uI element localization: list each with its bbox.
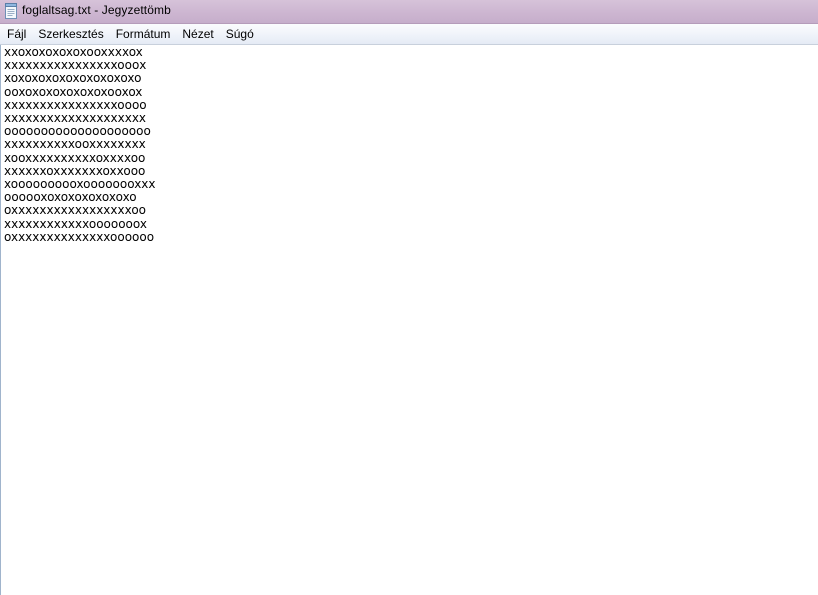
menu-help[interactable]: Súgó [220, 26, 260, 43]
editor-content[interactable]: xxoxoxoxoxoxooxxxxox xxxxxxxxxxxxxxxxooo… [4, 45, 156, 244]
menu-bar: Fájl Szerkesztés Formátum Nézet Súgó [0, 24, 818, 45]
menu-format[interactable]: Formátum [110, 26, 177, 43]
notepad-window: foglaltsag.txt - Jegyzettömb Fájl Szerke… [0, 0, 818, 595]
menu-view[interactable]: Nézet [176, 26, 219, 43]
window-title: foglaltsag.txt - Jegyzettömb [22, 3, 171, 17]
menu-edit[interactable]: Szerkesztés [32, 26, 109, 43]
notepad-icon[interactable] [4, 3, 18, 19]
text-editor-area[interactable]: xxoxoxoxoxoxooxxxxox xxxxxxxxxxxxxxxxooo… [0, 45, 818, 595]
title-bar[interactable]: foglaltsag.txt - Jegyzettömb [0, 0, 818, 24]
menu-file[interactable]: Fájl [1, 26, 32, 43]
